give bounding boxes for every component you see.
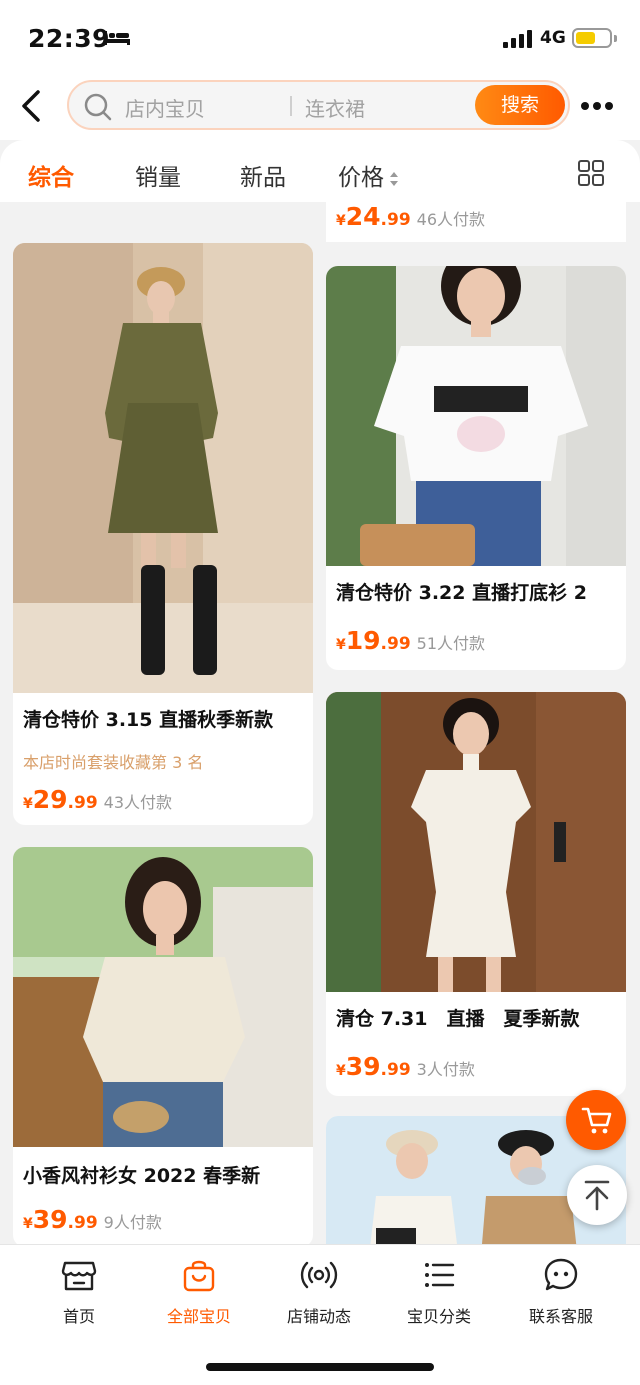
nav-categories-label: 宝贝分类: [406, 1307, 471, 1326]
tab-comprehensive[interactable]: 综合: [28, 158, 74, 192]
tab-sales[interactable]: 销量: [135, 158, 181, 192]
cart-icon: [581, 1107, 612, 1134]
cart-button[interactable]: [566, 1090, 626, 1150]
search-bar[interactable]: 店内宝贝 连衣裙 搜索: [67, 80, 570, 130]
product-rank-badge: 本店时尚套装收藏第 3 名: [23, 753, 204, 772]
product-image[interactable]: [13, 243, 313, 693]
more-dots-icon[interactable]: [580, 100, 614, 112]
nav-all-items-label: 全部宝贝: [166, 1307, 231, 1326]
list-icon: [425, 1263, 455, 1287]
product-image[interactable]: [326, 266, 626, 566]
nav-customer-service[interactable]: 联系客服: [501, 1255, 621, 1327]
product-title: 小香风衬衫女 2022 春季新: [23, 1165, 261, 1187]
product-image[interactable]: [326, 692, 626, 992]
status-bar: 22:39 4G: [0, 0, 640, 74]
product-title: 清仓特价 3.22 直播打底衫 2: [336, 582, 587, 604]
search-button[interactable]: 搜索: [475, 85, 565, 125]
cell-signal-icon: [503, 30, 532, 48]
chat-face-icon: [544, 1258, 578, 1291]
nav-shop-feed[interactable]: 店铺动态: [259, 1255, 379, 1327]
product-card[interactable]: 清仓 7.31 直播 夏季新款 ¥39.99 3人付款: [326, 692, 626, 1096]
product-card-partial[interactable]: ¥24.99 46人付款: [326, 202, 626, 242]
nav-customer-service-label: 联系客服: [528, 1307, 593, 1326]
product-card[interactable]: 清仓特价 3.15 直播秋季新款 本店时尚套装收藏第 3 名 ¥29.99 43人…: [13, 243, 313, 825]
shopping-bag-icon: [183, 1260, 215, 1292]
product-price: ¥29.99 43人付款: [23, 785, 173, 814]
product-card[interactable]: 小香风衬衫女 2022 春季新 ¥39.99 9人付款: [13, 847, 313, 1244]
back-to-top-icon: [584, 1180, 610, 1211]
nav-all-items[interactable]: 全部宝贝: [139, 1255, 259, 1327]
home-indicator[interactable]: [206, 1363, 434, 1371]
network-type: 4G: [540, 28, 566, 48]
search-divider: [290, 96, 292, 116]
grid-view-icon[interactable]: [578, 160, 604, 186]
sort-arrows-icon: [390, 171, 398, 186]
search-input[interactable]: 连衣裙: [305, 93, 365, 122]
broadcast-icon: [300, 1261, 338, 1289]
product-title: 清仓特价 3.15 直播秋季新款: [23, 709, 274, 731]
battery-icon: [572, 28, 617, 48]
tab-price[interactable]: 价格: [338, 158, 399, 192]
product-card[interactable]: 清仓特价 3.22 直播打底衫 2 ¥19.99 51人付款: [326, 266, 626, 670]
nav-shop-feed-label: 店铺动态: [286, 1307, 351, 1326]
product-title: 清仓 7.31 直播 夏季新款: [336, 1008, 580, 1030]
tab-price-label: 价格: [338, 165, 384, 191]
sort-tabs: 综合 销量 新品 价格: [0, 140, 640, 202]
chevron-left-icon[interactable]: [18, 88, 48, 124]
product-price: ¥19.99 51人付款: [336, 626, 486, 655]
product-price: ¥39.99 9人付款: [23, 1205, 162, 1234]
shop-header: 店内宝贝 连衣裙 搜索: [0, 74, 640, 140]
product-price: ¥39.99 3人付款: [336, 1052, 475, 1081]
search-scope-label: 店内宝贝: [125, 97, 205, 121]
nav-categories[interactable]: 宝贝分类: [379, 1255, 499, 1327]
store-icon: [61, 1261, 97, 1291]
status-time: 22:39: [28, 24, 111, 53]
back-to-top-button[interactable]: [567, 1165, 627, 1225]
sleep-mode-icon: [104, 31, 130, 45]
nav-home-label: 首页: [62, 1307, 95, 1326]
product-image[interactable]: [13, 847, 313, 1147]
nav-home[interactable]: 首页: [19, 1255, 139, 1327]
tab-new[interactable]: 新品: [240, 158, 286, 192]
search-icon: [84, 93, 112, 121]
product-price: ¥24.99 46人付款: [336, 202, 486, 231]
product-feed[interactable]: ¥24.99 46人付款 清仓特价 3.15 直播秋季新款 本店时尚套装收藏第 …: [0, 202, 640, 1244]
